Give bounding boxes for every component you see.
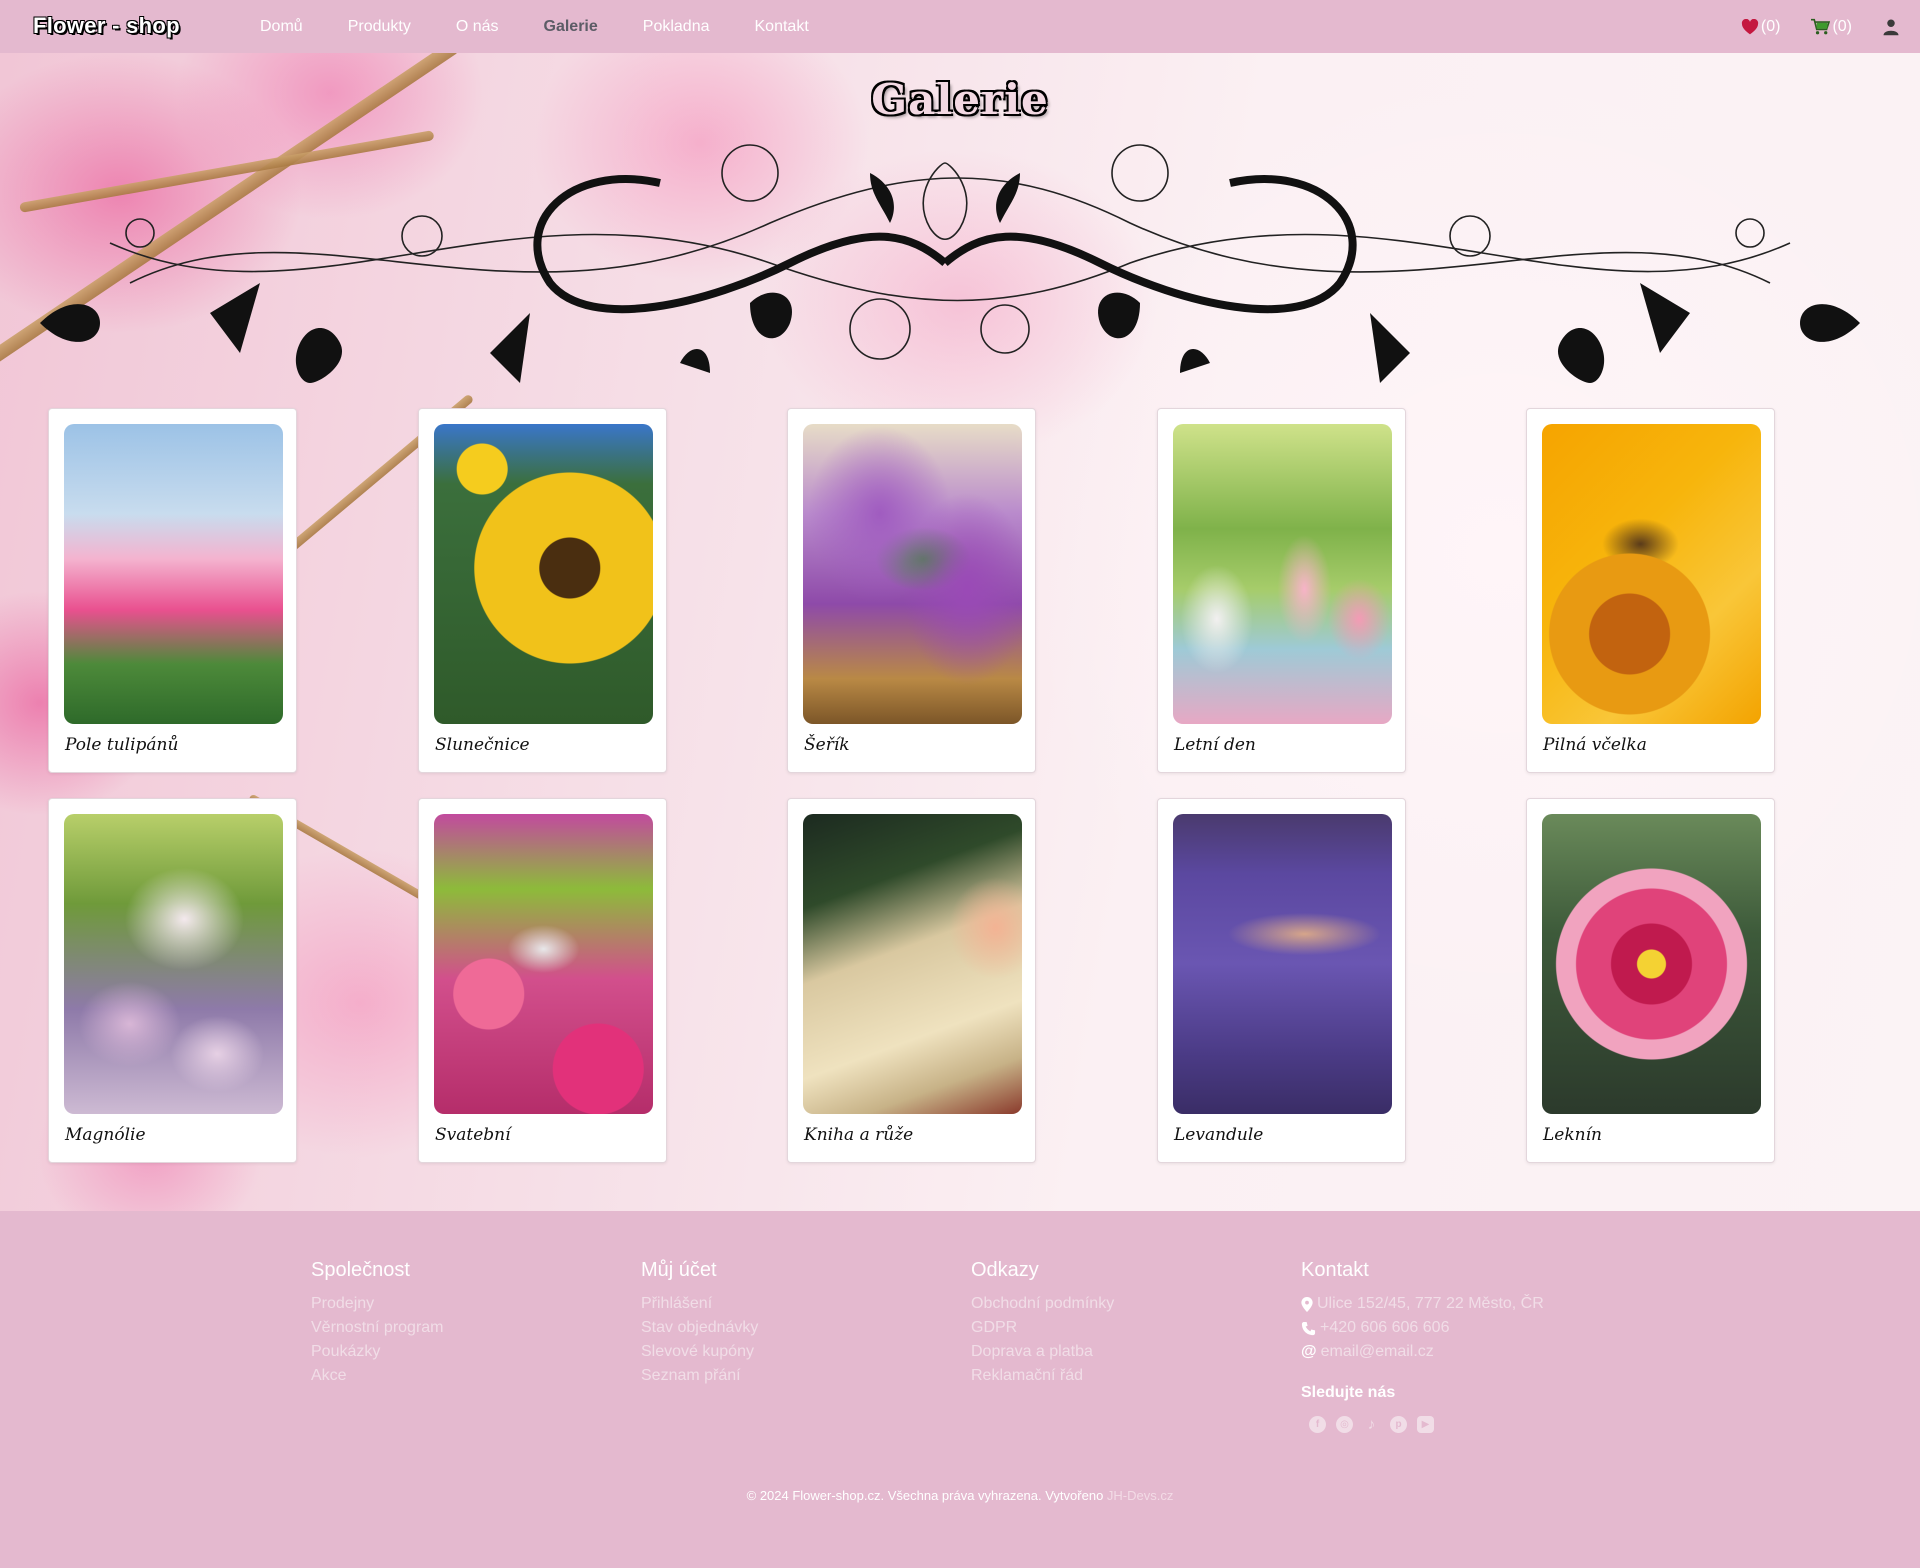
heart-icon [1741,18,1758,34]
bee-flower-photo [1542,424,1761,724]
footer-link-vouchers[interactable]: Poukázky [311,1340,444,1364]
follow-heading: Sledujte nás [1301,1384,1396,1401]
cart-icon [1811,18,1831,34]
cart-button[interactable]: (0) [1810,18,1852,36]
contact-phone[interactable]: +420 606 606 606 [1301,1316,1544,1340]
tulip-field-photo [64,424,283,724]
footer-link-terms[interactable]: Obchodní podmínky [971,1292,1114,1316]
card-caption: Leknín [1543,1125,1602,1145]
card-caption: Svatební [435,1125,511,1145]
wishlist-count: (0) [1760,17,1781,35]
top-navbar: Flower - shop Domů Produkty O nás Galeri… [0,0,1920,53]
card-caption: Kniha a růže [804,1125,914,1145]
nav-link-gallery[interactable]: Galerie [544,18,598,36]
gallery-card[interactable]: Leknín [1526,798,1775,1163]
sunflower-photo [434,424,653,724]
ornament-divider [40,144,1860,383]
copyright-text: © 2024 Flower-shop.cz. Všechna práva vyh… [746,1488,1104,1503]
gallery-card[interactable]: Šeřík [787,408,1036,773]
gallery-card[interactable]: Svatební [418,798,667,1163]
lilac-basket-photo [803,424,1022,724]
developer-link[interactable]: JH-Devs.cz [1107,1488,1173,1503]
footer-heading: Společnost [311,1259,410,1281]
footer-company: Společnost Prodejny Věrnostní program Po… [311,1259,444,1388]
gallery-card[interactable]: Levandule [1157,798,1406,1163]
footer-heading: Můj účet [641,1259,717,1281]
card-caption: Letní den [1174,735,1256,755]
gallery-card[interactable]: Letní den [1157,408,1406,773]
gallery-card[interactable]: Pole tulipánů [48,408,297,773]
footer-links: Odkazy Obchodní podmínky GDPR Doprava a … [971,1259,1114,1388]
gallery-card[interactable]: Slunečnice [418,408,667,773]
book-rose-photo [803,814,1022,1114]
footer-link-stores[interactable]: Prodejny [311,1292,444,1316]
gallery-card[interactable]: Pilná včelka [1526,408,1775,773]
wishlist-button[interactable]: (0) [1741,17,1781,36]
magnolia-photo [64,814,283,1114]
at-icon: @ [1301,1343,1317,1360]
wedding-rings-photo [434,814,653,1114]
footer-contact: Kontakt Ulice 152/45, 777 22 Město, ČR +… [1301,1259,1544,1433]
nav-link-checkout[interactable]: Pokladna [643,18,710,36]
instagram-icon[interactable]: ◎ [1336,1416,1353,1433]
nav-link-home[interactable]: Domů [260,18,303,36]
summer-day-photo [1173,424,1392,724]
footer-link-gdpr[interactable]: GDPR [971,1316,1114,1340]
footer-link-shipping[interactable]: Doprava a platba [971,1340,1114,1364]
gallery-card[interactable]: Magnólie [48,798,297,1163]
facebook-icon[interactable]: f [1309,1416,1326,1433]
nav-link-about[interactable]: O nás [456,18,499,36]
map-pin-icon [1301,1296,1313,1312]
social-links: f ◎ ♪ p ▶ [1309,1416,1544,1433]
footer: Společnost Prodejny Věrnostní program Po… [0,1211,1920,1568]
youtube-icon[interactable]: ▶ [1417,1416,1434,1433]
card-caption: Šeřík [804,735,850,755]
page-title: Galerie [871,75,1049,124]
card-caption: Levandule [1174,1125,1264,1145]
card-caption: Pole tulipánů [65,735,179,755]
footer-link-wishlist[interactable]: Seznam přání [641,1364,758,1388]
nav-actions: (0) (0) [1741,0,1900,53]
footer-link-coupons[interactable]: Slevové kupóny [641,1340,758,1364]
user-icon [1883,19,1899,35]
gallery-section: Galerie Pole tulipánů Slunečnice Šeřík L… [0,53,1920,1211]
card-caption: Magnólie [65,1125,146,1145]
footer-heading: Odkazy [971,1259,1039,1281]
footer-link-login[interactable]: Přihlášení [641,1292,758,1316]
footer-heading: Kontakt [1301,1259,1369,1281]
pinterest-icon[interactable]: p [1390,1416,1407,1433]
phone-icon [1301,1321,1316,1335]
card-caption: Slunečnice [435,735,530,755]
cart-count: (0) [1832,17,1852,35]
card-caption: Pilná včelka [1543,735,1647,755]
contact-email[interactable]: @ email@email.cz [1301,1340,1544,1364]
main-nav: Domů Produkty O nás Galerie Pokladna Kon… [260,0,854,53]
footer-link-complaints[interactable]: Reklamační řád [971,1364,1114,1388]
lavender-photo [1173,814,1392,1114]
nav-link-products[interactable]: Produkty [348,18,411,36]
account-button[interactable] [1882,18,1900,36]
contact-address: Ulice 152/45, 777 22 Město, ČR [1301,1292,1544,1316]
footer-link-sales[interactable]: Akce [311,1364,444,1388]
brand-logo[interactable]: Flower - shop [33,13,180,39]
footer-link-order-status[interactable]: Stav objednávky [641,1316,758,1340]
copyright: © 2024 Flower-shop.cz. Všechna práva vyh… [0,1488,1920,1503]
tiktok-icon[interactable]: ♪ [1363,1416,1380,1433]
water-lily-photo [1542,814,1761,1114]
footer-account: Můj účet Přihlášení Stav objednávky Slev… [641,1259,758,1388]
nav-link-contact[interactable]: Kontakt [755,18,809,36]
footer-link-loyalty[interactable]: Věrnostní program [311,1316,444,1340]
gallery-card[interactable]: Kniha a růže [787,798,1036,1163]
